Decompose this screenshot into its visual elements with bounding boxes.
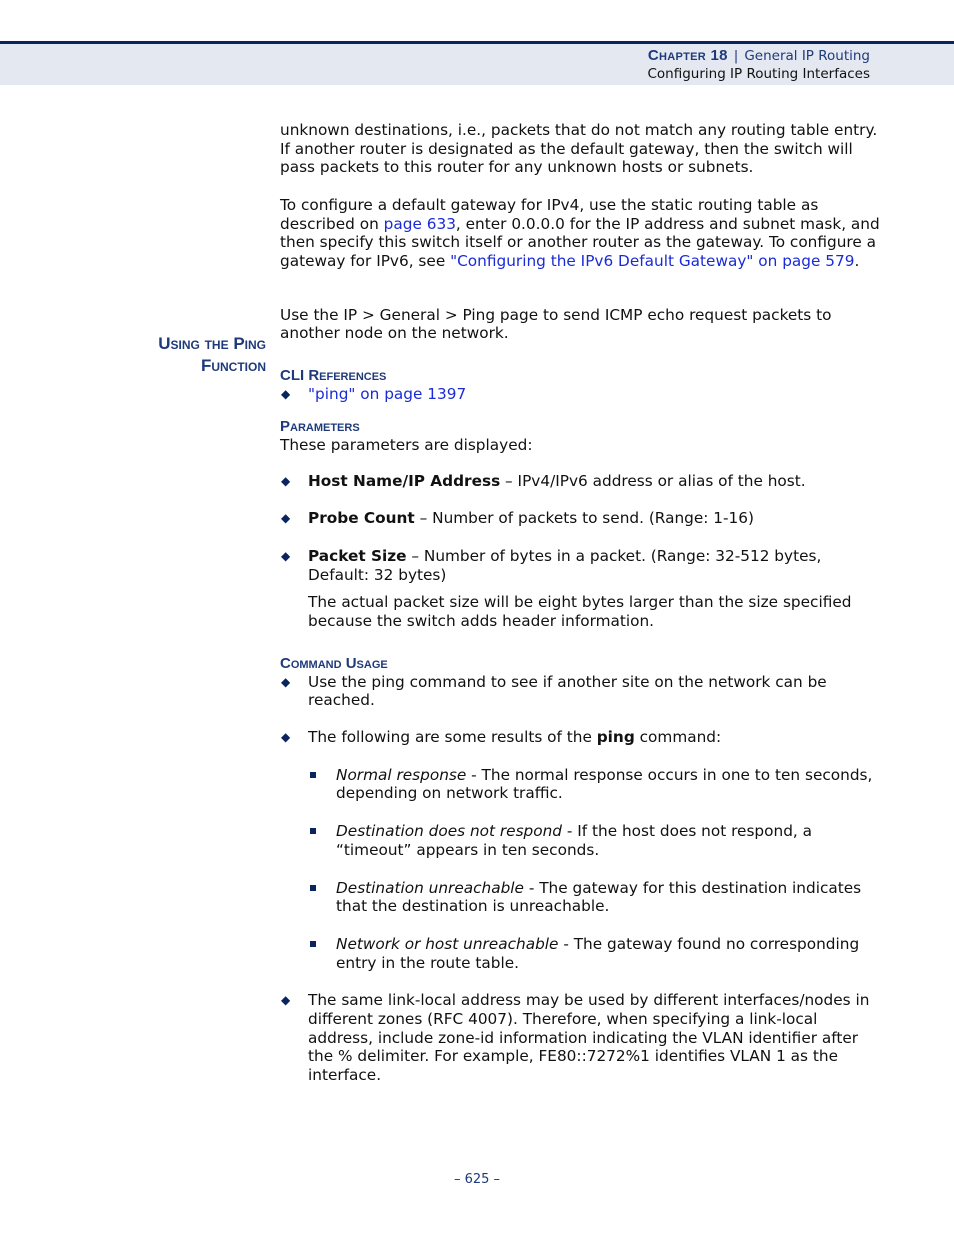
parameter-desc: – IPv4/IPv6 address or alias of the host… — [500, 472, 806, 491]
diamond-bullet-icon: ◆ — [281, 730, 291, 745]
page-number: – 625 – — [453, 1172, 501, 1187]
diamond-bullet-icon: ◆ — [281, 993, 291, 1008]
parameter-item: ◆ Packet Size – Number of bytes in a pac… — [280, 547, 880, 631]
intro-paragraph-1: unknown destinations, i.e., packets that… — [280, 121, 878, 177]
chapter-label: Chapter 18 — [647, 47, 728, 64]
parameter-term: Probe Count — [308, 509, 415, 528]
square-bullet-icon — [310, 884, 316, 891]
ping-command-name: ping — [596, 728, 635, 747]
section-description: Use the IP > General > Ping page to send… — [280, 305, 832, 343]
ping-result-item: Destination does not respond - If the ho… — [280, 822, 880, 859]
parameters-heading: Parameters — [280, 417, 360, 435]
usage-item: ◆ The same link-local address may be use… — [280, 991, 880, 1085]
result-term: Destination does not respond — [336, 822, 563, 841]
running-header: Chapter 18 | General IP Routing Configurin… — [647, 47, 870, 83]
text: The following are some results of the — [308, 728, 597, 747]
cli-references-heading: CLI References — [280, 367, 387, 385]
parameter-term: Packet Size — [308, 546, 407, 565]
command-usage-heading: Command Usage — [280, 654, 388, 672]
header-separator: | — [733, 48, 739, 64]
square-bullet-icon — [310, 828, 316, 835]
header-section-title: Configuring IP Routing Interfaces — [647, 66, 870, 82]
parameter-item: ◆ Probe Count – Number of packets to sen… — [280, 509, 880, 528]
parameters-intro: These parameters are displayed: — [280, 435, 533, 454]
cli-reference-item: ◆ "ping" on page 1397 — [280, 385, 880, 404]
body-content: unknown destinations, i.e., packets that… — [280, 121, 880, 1085]
diamond-bullet-icon: ◆ — [281, 548, 291, 563]
text: command: — [634, 728, 722, 747]
result-term: Network or host unreachable — [336, 934, 559, 953]
diamond-bullet-icon: ◆ — [281, 511, 291, 526]
parameter-term: Host Name/IP Address — [308, 472, 501, 491]
square-bullet-icon — [310, 940, 316, 947]
usage-item: ◆ Use the ping command to see if another… — [280, 673, 880, 710]
section-heading-line2: Function — [200, 356, 266, 375]
link-ipv6-default-gateway[interactable]: "Configuring the IPv6 Default Gateway" o… — [450, 252, 854, 270]
usage-item: ◆ The following are some results of the … — [280, 728, 880, 747]
diamond-bullet-icon: ◆ — [281, 387, 291, 402]
parameter-desc: – Number of packets to send. (Range: 1-1… — [414, 509, 754, 528]
ping-result-item: Destination unreachable - The gateway fo… — [280, 879, 880, 916]
intro-paragraph-2: To configure a default gateway for IPv4,… — [280, 196, 880, 271]
section-heading: Using the Ping Function — [120, 333, 266, 377]
square-bullet-icon — [310, 771, 316, 778]
diamond-bullet-icon: ◆ — [281, 674, 291, 689]
link-ping-page-1397[interactable]: "ping" on page 1397 — [308, 385, 466, 403]
page-header: Chapter 18 | General IP Routing Configurin… — [0, 41, 954, 85]
parameter-item: ◆ Host Name/IP Address – IPv4/IPv6 addre… — [280, 472, 880, 491]
parameter-note: The actual packet size will be eight byt… — [308, 593, 852, 630]
diamond-bullet-icon: ◆ — [281, 474, 291, 489]
ping-result-item: Normal response - The normal response oc… — [280, 766, 880, 803]
ping-result-item: Network or host unreachable - The gatewa… — [280, 935, 880, 972]
usage-text: The same link-local address may be used … — [308, 991, 870, 1085]
link-page-633[interactable]: page 633 — [384, 215, 456, 233]
result-term: Normal response — [336, 765, 467, 784]
chapter-title: General IP Routing — [744, 48, 870, 64]
usage-text: Use the ping command to see if another s… — [308, 672, 827, 710]
section-heading-line1: Using the Ping — [158, 334, 266, 353]
text: . — [854, 251, 860, 270]
result-term: Destination unreachable — [336, 878, 524, 897]
